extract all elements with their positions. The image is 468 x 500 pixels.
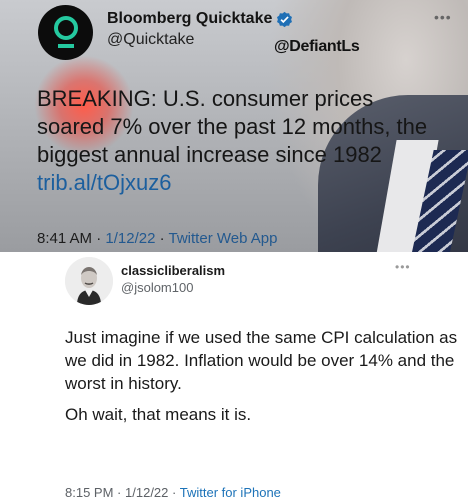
tweet-text: Just imagine if we used the same CPI cal… <box>65 326 465 426</box>
watermark-text: @DefiantLs <box>274 38 360 55</box>
more-dots-icon[interactable]: ••• <box>395 260 411 274</box>
display-name[interactable]: Bloomberg Quicktake <box>107 10 293 28</box>
handle[interactable]: @jsolom100 <box>121 280 193 295</box>
meta-separator: · <box>172 485 177 500</box>
user-portrait-icon <box>65 257 113 305</box>
avatar[interactable] <box>65 257 113 305</box>
display-name[interactable]: classicliberalism <box>121 263 225 278</box>
bloomberg-avatar[interactable] <box>38 5 93 60</box>
meta-separator: · <box>96 230 102 247</box>
display-name-text: Bloomberg Quicktake <box>107 10 273 27</box>
tweet-text-line-3: biggest annual increase since 1982 <box>37 142 382 167</box>
quoted-tweet-screenshot: Bloomberg Quicktake @Quicktake @DefiantL… <box>0 0 468 252</box>
tweet-source[interactable]: Twitter Web App <box>169 230 278 247</box>
quicktake-logo-icon <box>53 15 78 48</box>
tweet-meta: 8:41 AM · 1/12/22 · Twitter Web App <box>37 230 277 247</box>
tweet-link[interactable]: trib.al/tOjxuz6 <box>37 169 467 197</box>
tweet-paragraph-2: Oh wait, that means it is. <box>65 405 252 424</box>
tweet-source[interactable]: Twitter for iPhone <box>180 485 281 500</box>
tweet-time[interactable]: 8:41 AM <box>37 230 92 247</box>
more-dots-icon[interactable]: ••• <box>434 9 452 25</box>
tweet-meta: 8:15 PM · 1/12/22 · Twitter for iPhone <box>65 485 281 500</box>
meta-separator: · <box>117 485 122 500</box>
tweet-text: BREAKING: U.S. consumer prices soared 7%… <box>37 85 467 197</box>
reply-tweet-card: classicliberalism @jsolom100 ••• Just im… <box>0 252 468 500</box>
tweet-text-line-1: BREAKING: U.S. consumer prices <box>37 86 374 111</box>
tweet-date[interactable]: 1/12/22 <box>125 485 168 500</box>
handle[interactable]: @Quicktake <box>107 31 194 49</box>
meta-separator: · <box>159 230 165 247</box>
tweet-date[interactable]: 1/12/22 <box>105 230 155 247</box>
tweet-paragraph-1: Just imagine if we used the same CPI cal… <box>65 328 458 393</box>
tweet-text-line-2: soared 7% over the past 12 months, the <box>37 114 428 139</box>
tweet-time[interactable]: 8:15 PM <box>65 485 113 500</box>
verified-badge-icon <box>277 11 293 27</box>
